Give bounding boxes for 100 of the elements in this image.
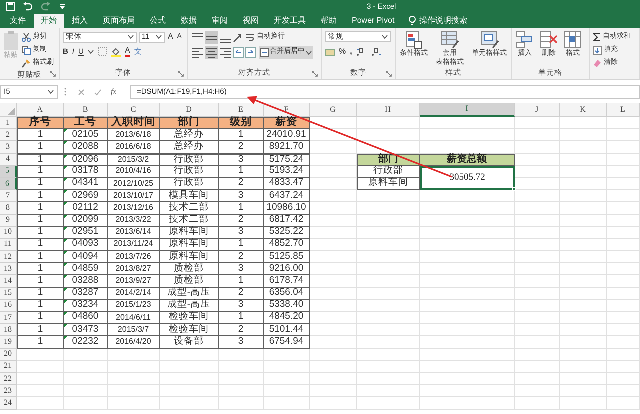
row-header[interactable]: 5 xyxy=(0,166,17,178)
row-header[interactable]: 8 xyxy=(0,202,17,214)
row-header[interactable]: 3 xyxy=(0,141,17,154)
fill-handle[interactable] xyxy=(512,187,516,192)
dialog-launcher-icon[interactable] xyxy=(386,71,392,77)
column-header[interactable]: C xyxy=(108,103,160,117)
row-header[interactable]: 22 xyxy=(0,372,17,386)
table-cell: 02105 xyxy=(72,128,99,142)
save-icon[interactable] xyxy=(6,2,15,11)
table-cell: 1 xyxy=(38,225,44,240)
decrease-decimal-icon[interactable] xyxy=(371,48,382,56)
empty-cell xyxy=(515,288,560,300)
column-header[interactable]: B xyxy=(64,103,108,117)
align-left-icon[interactable] xyxy=(191,46,204,59)
column-header[interactable]: E xyxy=(219,103,264,117)
row-header[interactable]: 7 xyxy=(0,190,17,202)
empty-cell xyxy=(264,372,310,386)
empty-cell xyxy=(219,348,264,361)
column-header[interactable]: I xyxy=(420,103,515,117)
fill-color-icon[interactable] xyxy=(110,46,121,57)
column-header[interactable]: G xyxy=(310,103,357,117)
column-header[interactable]: A xyxy=(17,103,64,117)
table-cell: 1 xyxy=(38,128,44,142)
column-header[interactable]: J xyxy=(515,103,560,117)
comma-button[interactable]: , xyxy=(350,46,352,58)
table-cell-text: 检验车间 xyxy=(169,310,209,324)
row-header[interactable]: 11 xyxy=(0,238,17,252)
empty-cell xyxy=(515,300,560,312)
align-middle-icon[interactable] xyxy=(205,31,218,44)
row-header[interactable]: 13 xyxy=(0,263,17,276)
caret-icon[interactable] xyxy=(128,35,134,39)
ribbon-tab[interactable]: Power Pivot xyxy=(345,14,402,28)
table-cell: 2013/8/27 xyxy=(116,262,152,275)
table-cell: 2016/4/20 xyxy=(116,336,152,348)
ribbon-tab[interactable]: 审阅 xyxy=(205,14,235,28)
row-header[interactable]: 17 xyxy=(0,312,17,324)
column-header[interactable]: L xyxy=(607,103,640,117)
caret-icon[interactable] xyxy=(306,50,312,54)
row-header[interactable]: 4 xyxy=(0,154,17,166)
column-header[interactable]: H xyxy=(357,103,420,117)
ribbon-tab[interactable]: 开始 xyxy=(34,14,64,28)
borders-icon[interactable] xyxy=(98,47,107,56)
caret-icon[interactable] xyxy=(88,50,94,54)
row-header[interactable]: 9 xyxy=(0,214,17,227)
empty-cell xyxy=(310,141,357,154)
customize-icon[interactable] xyxy=(59,4,66,10)
empty-cell xyxy=(607,275,640,288)
row-header[interactable]: 2 xyxy=(0,129,17,142)
dialog-launcher-icon[interactable] xyxy=(50,71,56,77)
lightbulb-icon[interactable] xyxy=(408,16,416,26)
ribbon-tab[interactable]: 公式 xyxy=(143,14,173,28)
empty-cell xyxy=(560,324,607,336)
undo-icon[interactable] xyxy=(23,2,33,11)
table-format-icon xyxy=(441,31,459,49)
column-header[interactable]: K xyxy=(560,103,607,117)
align-center-icon[interactable] xyxy=(205,46,218,59)
empty-cell xyxy=(357,324,420,336)
ribbon-tab[interactable]: 插入 xyxy=(65,14,95,28)
decrease-indent-icon[interactable] xyxy=(233,47,244,58)
table-cell-text: 02951 xyxy=(72,225,99,239)
dialog-launcher-icon[interactable] xyxy=(312,71,318,77)
row-header[interactable]: 6 xyxy=(0,178,17,190)
align-right-icon[interactable] xyxy=(219,46,232,59)
tell-me-search[interactable]: 操作说明搜索 xyxy=(420,15,468,27)
row-header[interactable]: 23 xyxy=(0,385,17,398)
empty-cell xyxy=(264,348,310,361)
row-header[interactable]: 19 xyxy=(0,336,17,349)
empty-cell xyxy=(357,312,420,324)
row-header[interactable]: 20 xyxy=(0,348,17,361)
row-header[interactable]: 21 xyxy=(0,360,17,373)
percent-button[interactable]: % xyxy=(339,46,346,58)
ribbon-tab[interactable]: 文件 xyxy=(3,14,33,28)
empty-cell xyxy=(357,397,420,410)
empty-cell xyxy=(310,202,357,214)
row-header[interactable]: 14 xyxy=(0,275,17,288)
row-header[interactable]: 18 xyxy=(0,324,17,336)
ribbon-tab[interactable]: 开发工具 xyxy=(267,14,313,28)
row-header[interactable]: 12 xyxy=(0,251,17,264)
splitter-icon[interactable] xyxy=(64,87,67,97)
caret-icon[interactable] xyxy=(382,34,388,38)
row-header[interactable]: 16 xyxy=(0,300,17,312)
table-cell-text: 质检部 xyxy=(174,274,204,287)
grow-font-button[interactable]: A xyxy=(167,31,174,43)
increase-indent-icon[interactable] xyxy=(245,47,256,58)
ribbon-tab[interactable]: 帮助 xyxy=(314,14,344,28)
row-header[interactable]: 24 xyxy=(0,397,17,410)
caret-icon[interactable] xyxy=(156,35,162,39)
empty-cell xyxy=(607,324,640,336)
caret-icon[interactable] xyxy=(48,90,54,94)
row-header[interactable]: 15 xyxy=(0,288,17,300)
row-header[interactable]: 10 xyxy=(0,226,17,239)
ribbon-tab[interactable]: 数据 xyxy=(174,14,204,28)
ribbon-tab[interactable]: 视图 xyxy=(236,14,266,28)
table-cell: 9216.00 xyxy=(269,262,304,276)
row-header[interactable]: 1 xyxy=(0,117,17,130)
empty-cell xyxy=(64,385,108,398)
column-header[interactable]: D xyxy=(160,103,219,117)
ribbon-tab[interactable]: 页面布局 xyxy=(96,14,142,28)
dialog-launcher-icon[interactable] xyxy=(178,71,184,77)
font-color-button[interactable]: A xyxy=(124,46,130,57)
